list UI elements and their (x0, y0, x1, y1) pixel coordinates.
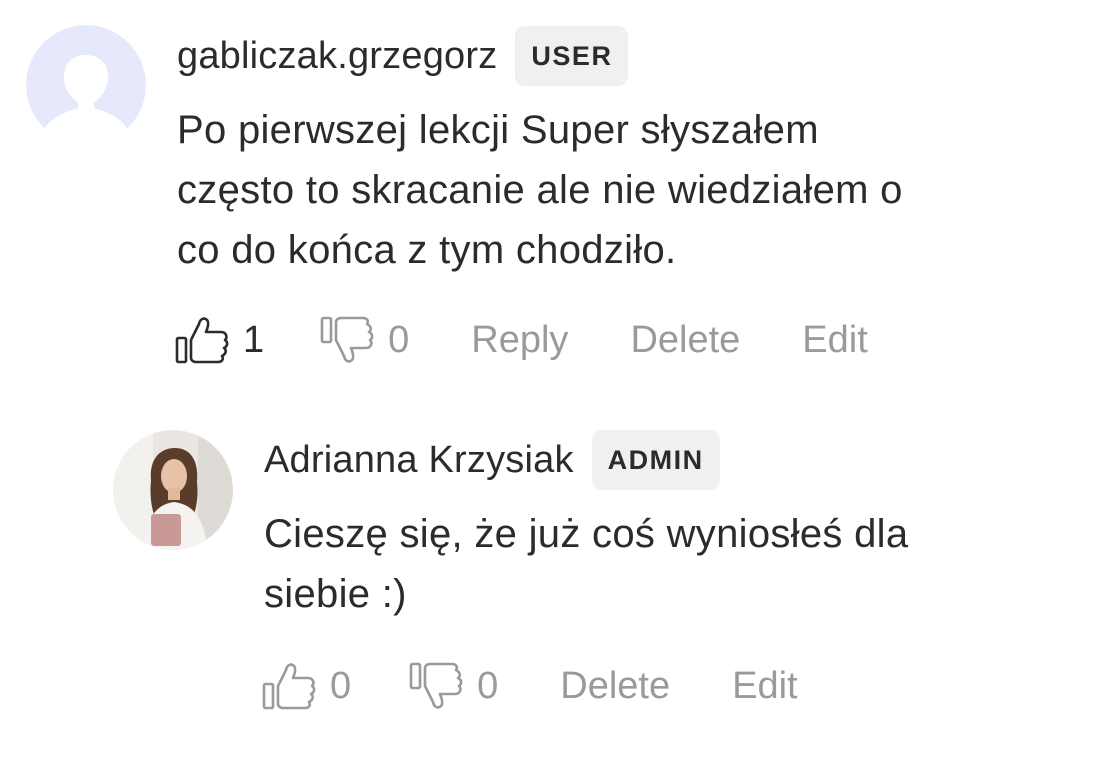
delete-button[interactable]: Delete (560, 665, 670, 708)
reply-button[interactable]: Reply (471, 319, 568, 362)
username[interactable]: Adrianna Krzysiak (264, 439, 574, 482)
profile-photo-icon (113, 430, 233, 550)
username[interactable]: gabliczak.grzegorz (177, 35, 497, 78)
dislike-count: 0 (477, 664, 499, 707)
comment-header: gabliczak.grzegorz USER (177, 26, 629, 86)
comment-actions: 1 0 Reply Delete Edit (175, 312, 868, 368)
comment: gabliczak.grzegorz USER Po pierwszej lek… (0, 0, 1109, 400)
edit-button[interactable]: Edit (802, 319, 867, 362)
role-badge: USER (515, 26, 629, 86)
comment-line: co do końca z tym chodziło. (177, 228, 677, 272)
thumbs-up-icon (262, 663, 316, 710)
comment-body: Po pierwszej lekcji Super słyszałem częs… (177, 100, 903, 280)
avatar-default[interactable] (26, 25, 146, 145)
thumbs-up-icon (175, 317, 229, 364)
reply-header: Adrianna Krzysiak ADMIN (264, 430, 720, 490)
dislike-button[interactable]: 0 (320, 314, 409, 366)
delete-button[interactable]: Delete (630, 319, 740, 362)
thumbs-down-icon (320, 316, 374, 363)
edit-button[interactable]: Edit (732, 665, 797, 708)
thumbs-down-icon (409, 662, 463, 709)
like-count: 0 (330, 664, 352, 707)
reply-line: siebie :) (264, 572, 407, 616)
like-button[interactable]: 1 (175, 314, 264, 366)
role-badge: ADMIN (591, 430, 720, 490)
reply-actions: 0 0 Delete Edit (262, 658, 798, 714)
comment-line: Po pierwszej lekcji Super słyszałem (177, 108, 819, 152)
avatar-photo[interactable] (113, 430, 233, 550)
like-button[interactable]: 0 (262, 660, 351, 712)
dislike-count: 0 (388, 318, 410, 361)
reply-line: Cieszę się, że już coś wyniosłeś dla (264, 512, 909, 556)
person-silhouette-icon (26, 25, 146, 145)
like-count: 1 (243, 318, 265, 361)
reply-body: Cieszę się, że już coś wyniosłeś dla sie… (264, 504, 908, 624)
reply-comment: Adrianna Krzysiak ADMIN Cieszę się, że j… (0, 400, 1109, 773)
dislike-button[interactable]: 0 (409, 660, 498, 712)
comment-line: często to skracanie ale nie wiedziałem o (177, 168, 903, 212)
